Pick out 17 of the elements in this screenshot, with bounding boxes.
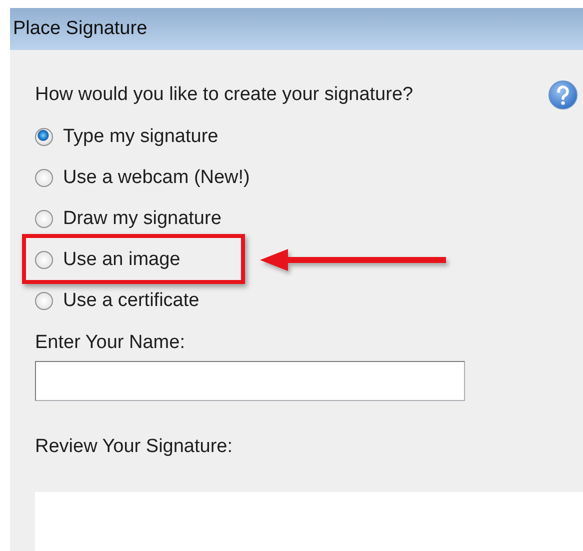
arrow-icon xyxy=(260,247,446,273)
option-label[interactable]: Use a webcam (New!) xyxy=(63,166,250,190)
help-icon[interactable] xyxy=(548,80,578,110)
radio-button[interactable] xyxy=(35,251,53,269)
radio-button[interactable] xyxy=(35,210,53,228)
name-input-field[interactable] xyxy=(35,361,465,401)
radio-button[interactable] xyxy=(35,169,53,187)
question-label: How would you like to create your signature? xyxy=(35,83,414,107)
option-label[interactable]: Type my signature xyxy=(63,125,218,149)
radio-button[interactable] xyxy=(35,128,53,146)
window-title: Place Signature xyxy=(13,18,148,40)
option-label[interactable]: Use a certificate xyxy=(63,289,200,313)
option-label[interactable]: Use an image xyxy=(63,248,180,272)
name-label: Enter Your Name: xyxy=(35,331,186,355)
option-label[interactable]: Draw my signature xyxy=(63,207,222,231)
radio-button[interactable] xyxy=(35,292,53,310)
review-label: Review Your Signature: xyxy=(35,435,234,459)
